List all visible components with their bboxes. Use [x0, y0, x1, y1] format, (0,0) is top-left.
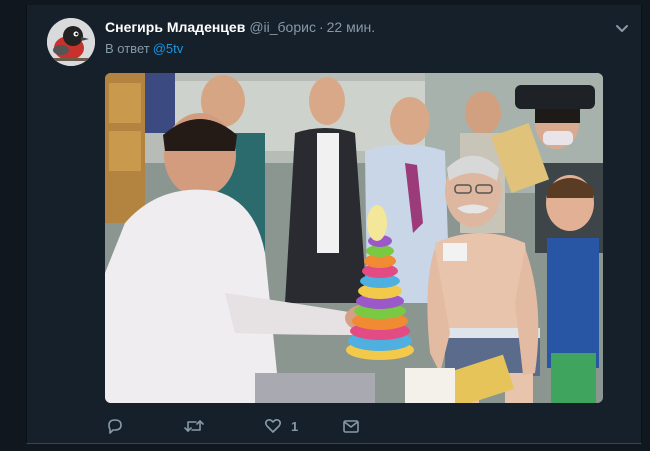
reply-button[interactable] [105, 415, 125, 437]
reply-context: В ответ @5tv [105, 40, 183, 57]
more-options-button[interactable] [611, 17, 633, 39]
envelope-icon [343, 420, 359, 433]
direct-message-button[interactable] [341, 415, 361, 437]
author-name[interactable]: Снегирь Младенцев [105, 19, 245, 35]
retweet-icon [184, 420, 204, 432]
reply-prefix: В ответ [105, 41, 150, 56]
chevron-down-icon [616, 25, 628, 32]
like-button[interactable]: 1 [263, 415, 298, 437]
author-handle[interactable]: @ii_борис [249, 19, 316, 35]
separator-dot: · [318, 19, 324, 35]
reply-mention-link[interactable]: @5tv [153, 41, 184, 56]
photo-scene [105, 73, 603, 403]
avatar[interactable] [47, 18, 95, 66]
tweet-actions: 1 [105, 415, 505, 437]
tweet-photo[interactable] [105, 73, 603, 403]
tweet-timestamp[interactable]: 22 мин. [327, 19, 376, 35]
like-count: 1 [291, 418, 299, 434]
bullfinch-avatar-image [47, 18, 95, 66]
reply-icon [108, 419, 122, 434]
retweet-button[interactable] [183, 415, 205, 437]
tweet-card[interactable]: Снегирь Младенцев @ii_борис · 22 мин. В отв… [26, 5, 642, 444]
heart-icon [264, 418, 282, 433]
